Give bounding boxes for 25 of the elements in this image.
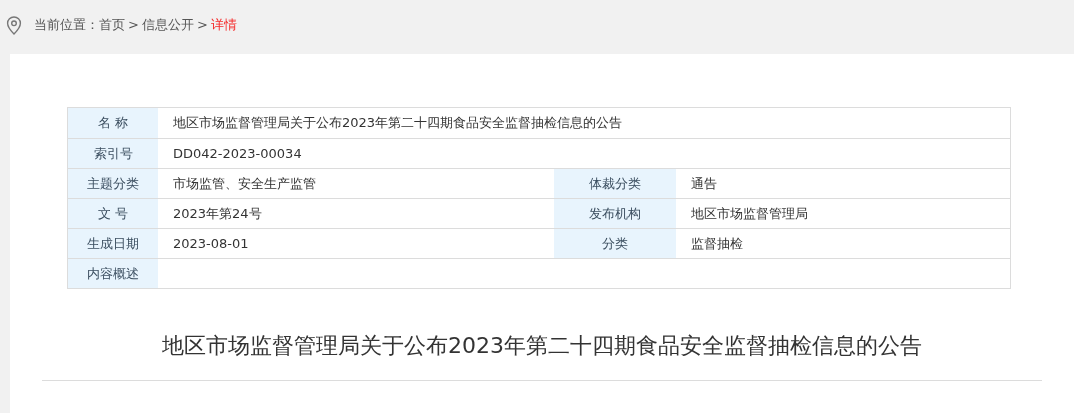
table-value-cell-text: 地区市场监督管理局 [690,204,809,223]
table-value-cell-text: 通告 [690,174,718,193]
table-label-cell: 主题分类 [68,169,158,198]
table-value-cell-text: 市场监管、安全生产监管 [172,174,317,193]
table-value-cell-text: 2023年第24号 [172,204,263,223]
table-label-cell: 体裁分类 [554,169,676,198]
location-pin-icon [6,15,22,35]
breadcrumb-link[interactable]: 信息公开 [141,15,194,35]
table-label-cell: 生成日期 [68,229,158,258]
table-label-cell: 索引号 [68,139,158,168]
table-label-cell: 分类 [554,229,676,258]
table-value-cell-text: 2023-08-01 [172,234,250,253]
article-title: 地区市场监督管理局关于公布2023年第二十四期食品安全监督抽检信息的公告 [161,332,923,360]
breadcrumb-separator: > [128,16,139,35]
table-label-cell: 内容概述 [68,259,158,288]
breadcrumb-link[interactable]: 详情 [210,15,237,35]
table-value-cell-text: DD042-2023-00034 [172,144,303,163]
breadcrumb-label: 当前位置： [34,16,99,35]
breadcrumb-link[interactable]: 首页 [99,15,125,35]
table-label-cell: 发布机构 [554,199,676,228]
table-value-cell-text: 监督抽检 [690,234,744,253]
table-value-cell-text: 地区市场监督管理局关于公布2023年第二十四期食品安全监督抽检信息的公告 [172,114,624,133]
table-label-cell: 名 称 [68,108,158,138]
table-label-cell: 文 号 [68,199,158,228]
breadcrumb-separator: > [196,16,208,35]
